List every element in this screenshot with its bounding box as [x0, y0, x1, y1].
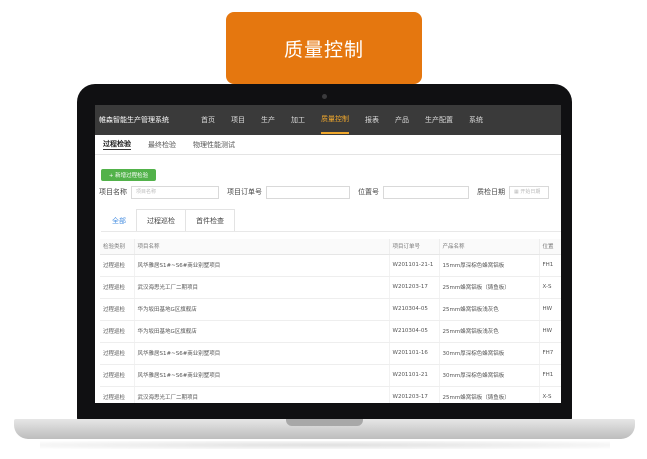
col-position: 位置: [539, 239, 561, 255]
cell-project: 华为坂田基地G区旗舰店: [134, 320, 390, 343]
position-label: 位置号: [358, 188, 379, 196]
tab-process-patrol[interactable]: 过程巡检: [136, 209, 186, 231]
cell-product: 25mm蜂窝铝板（铸鱼板）: [439, 276, 540, 299]
table-header-row: 检验类别 项目名称 项目订单号 产品名称 位置: [100, 239, 561, 255]
cell-type: 过程巡检: [100, 276, 135, 299]
cell-position: FH7: [539, 342, 561, 365]
cell-position: HW: [539, 298, 561, 321]
laptop-base-notch: [286, 419, 363, 426]
start-date-placeholder: 开始日期: [520, 188, 541, 195]
cell-type: 过程巡检: [100, 386, 135, 403]
laptop-base: [14, 419, 635, 439]
order-no-label: 项目订单号: [227, 188, 262, 196]
cell-order: W201101-21-1: [389, 254, 440, 277]
table-row[interactable]: 过程巡检 武汉海思光工厂二期项目 W201203-17 25mm蜂窝铝板（铸鱼板…: [100, 276, 561, 299]
tab-all[interactable]: 全部: [101, 209, 137, 231]
nav-production-config[interactable]: 生产配置: [425, 105, 453, 135]
nav-products[interactable]: 产品: [395, 105, 409, 135]
project-name-input[interactable]: 项目名称: [131, 185, 219, 199]
camera-dot: [322, 94, 327, 99]
cell-product: 25mm蜂窝铝板浅灰色: [439, 298, 540, 321]
cell-type: 过程巡检: [100, 342, 135, 365]
cell-order: W201101-21: [389, 364, 440, 387]
section-banner: 质量控制: [226, 12, 422, 84]
sub-navigation: 过程检验 最终检验 物理性能测试: [95, 135, 561, 155]
subnav-final-inspection[interactable]: 最终检验: [148, 140, 176, 150]
table-row[interactable]: 过程巡检 风华雅居S1#~S6#商业别墅项目 W201101-21-1 15mm…: [100, 254, 561, 277]
inspection-table: 检验类别 项目名称 项目订单号 产品名称 位置 过程巡检 风华雅居S1#~S6#…: [100, 239, 561, 403]
tab-first-article[interactable]: 首件检查: [185, 209, 235, 231]
subnav-process-inspection[interactable]: 过程检验: [103, 139, 131, 150]
cell-type: 过程巡检: [100, 298, 135, 321]
position-input[interactable]: [383, 185, 469, 199]
cell-project: 风华雅居S1#~S6#商业别墅项目: [134, 342, 390, 365]
nav-production[interactable]: 生产: [261, 105, 275, 135]
cell-position: HW: [539, 320, 561, 343]
top-navigation: 帷森智能生产管理系统 首页 项目 生产 加工 质量控制 报表 产品 生产配置 系…: [95, 105, 561, 135]
col-product-name: 产品名称: [439, 239, 540, 255]
table-row[interactable]: 过程巡检 风华雅居S1#~S6#商业别墅项目 W201101-21 30mm厚深…: [100, 364, 561, 387]
nav-projects[interactable]: 项目: [231, 105, 245, 135]
laptop-shadow: [40, 441, 610, 449]
date-label: 质检日期: [477, 188, 505, 196]
col-order-no: 项目订单号: [389, 239, 440, 255]
table-row[interactable]: 过程巡检 武汉海思光工厂二期项目 W201203-17 25mm蜂窝铝板（铸鱼板…: [100, 386, 561, 403]
start-date-input[interactable]: ▦ 开始日期: [509, 185, 549, 199]
nav-processing[interactable]: 加工: [291, 105, 305, 135]
table-row[interactable]: 过程巡检 风华雅居S1#~S6#商业别墅项目 W201101-16 30mm厚深…: [100, 342, 561, 365]
col-inspection-type: 检验类别: [100, 239, 135, 255]
nav-quality-control[interactable]: 质量控制: [321, 106, 349, 134]
cell-order: W210304-05: [389, 320, 440, 343]
cell-order: W210304-05: [389, 298, 440, 321]
cell-product: 15mm厚深棕色蜂窝铝板: [439, 254, 540, 277]
nav-system[interactable]: 系统: [469, 105, 483, 135]
cell-product: 30mm厚深棕色蜂窝铝板: [439, 342, 540, 365]
add-process-inspection-button[interactable]: + 新增过程检验: [101, 169, 156, 181]
cell-product: 25mm蜂窝铝板浅灰色: [439, 320, 540, 343]
table-row[interactable]: 过程巡检 华为坂田基地G区旗舰店 W210304-05 25mm蜂窝铝板浅灰色 …: [100, 298, 561, 321]
col-project-name: 项目名称: [134, 239, 390, 255]
banner-title: 质量控制: [283, 38, 364, 61]
subnav-physical-test[interactable]: 物理性能测试: [193, 140, 235, 150]
cell-project: 武汉海思光工厂二期项目: [134, 276, 390, 299]
cell-product: 30mm厚深棕色蜂窝铝板: [439, 364, 540, 387]
tab-divider: [101, 231, 561, 232]
nav-reports[interactable]: 报表: [365, 105, 379, 135]
project-name-label: 项目名称: [99, 188, 127, 196]
cell-position: FH1: [539, 254, 561, 277]
cell-type: 过程巡检: [100, 320, 135, 343]
cell-order: W201203-17: [389, 276, 440, 299]
cell-project: 华为坂田基地G区旗舰店: [134, 298, 390, 321]
cell-position: FH1: [539, 364, 561, 387]
order-no-input[interactable]: [266, 185, 350, 199]
nav-home[interactable]: 首页: [201, 105, 215, 135]
filter-bar: 项目名称 项目名称 项目订单号 位置号 质检日期 ▦ 开始日期: [99, 185, 561, 199]
cell-position: X-S: [539, 276, 561, 299]
table-row[interactable]: 过程巡检 华为坂田基地G区旗舰店 W210304-05 25mm蜂窝铝板浅灰色 …: [100, 320, 561, 343]
cell-type: 过程巡检: [100, 254, 135, 277]
cell-product: 25mm蜂窝铝板（铸鱼板）: [439, 386, 540, 403]
app-screen: 帷森智能生产管理系统 首页 项目 生产 加工 质量控制 报表 产品 生产配置 系…: [95, 105, 561, 403]
cell-project: 武汉海思光工厂二期项目: [134, 386, 390, 403]
tab-bar: 全部 过程巡检 首件检查: [101, 209, 235, 231]
app-brand: 帷森智能生产管理系统: [99, 116, 169, 124]
cell-order: W201203-17: [389, 386, 440, 403]
cell-order: W201101-16: [389, 342, 440, 365]
cell-project: 风华雅居S1#~S6#商业别墅项目: [134, 254, 390, 277]
cell-position: X-S: [539, 386, 561, 403]
cell-project: 风华雅居S1#~S6#商业别墅项目: [134, 364, 390, 387]
cell-type: 过程巡检: [100, 364, 135, 387]
